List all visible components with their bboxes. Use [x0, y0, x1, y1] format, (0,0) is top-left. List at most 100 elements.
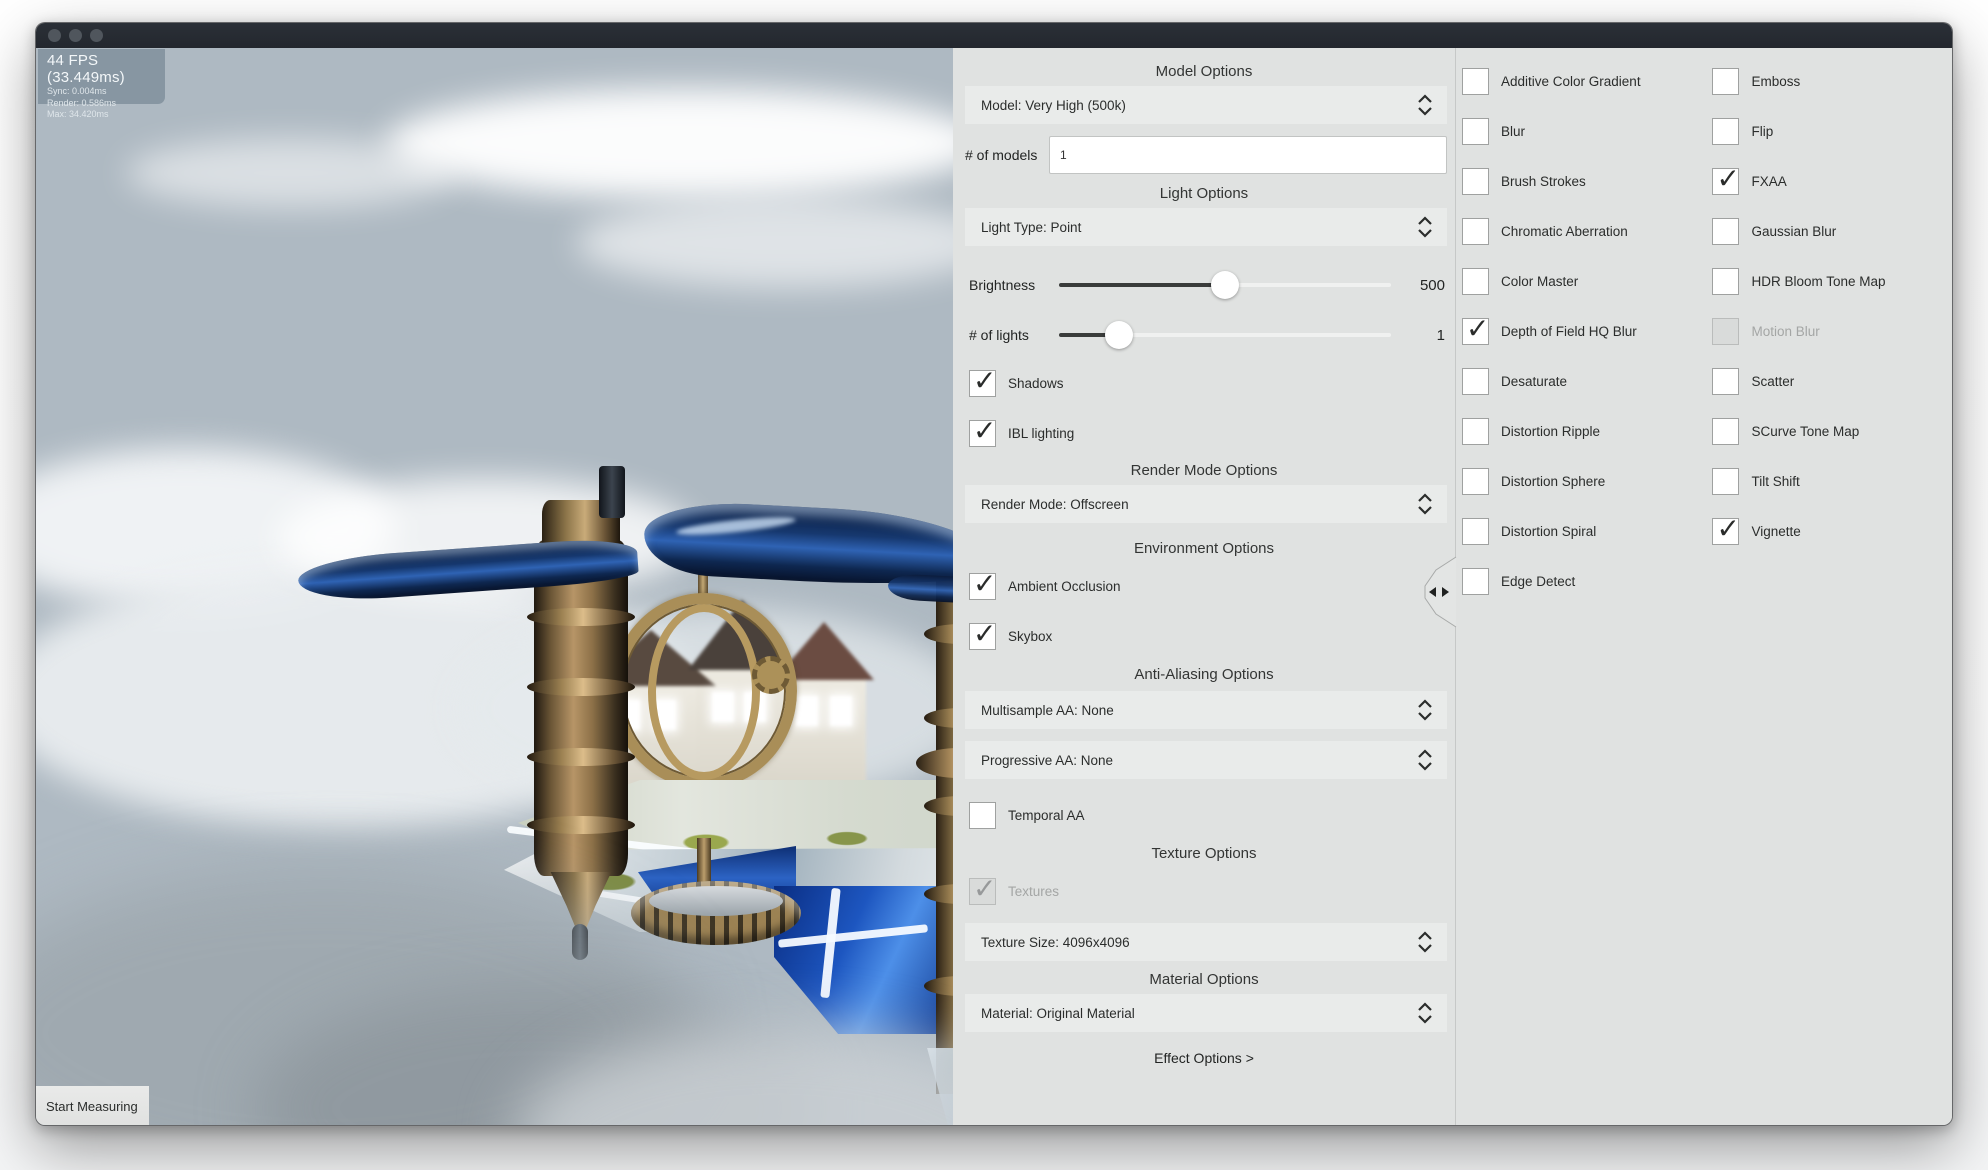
effects-column-right: ✓ Emboss ✓ Flip ✓ FXAA ✓ Gaussian Blur ✓… [1712, 48, 1952, 1125]
gear [752, 656, 790, 694]
checkbox-icon: ✓ [1462, 167, 1489, 195]
checkbox-icon: ✓ [1462, 267, 1489, 295]
checkbox-icon: ✓ [1712, 317, 1740, 345]
propeller-blade [887, 573, 953, 605]
multisample-aa-dropdown[interactable]: Multisample AA: None [965, 691, 1447, 729]
panel-splitter-handle[interactable] [1424, 556, 1457, 628]
minimize-button-icon[interactable] [69, 29, 82, 42]
checkbox-icon: ✓ [1462, 467, 1489, 495]
slider-thumb[interactable] [1211, 271, 1239, 299]
effect-checkbox[interactable]: ✓ FXAA [1712, 156, 1952, 206]
effect-checkbox[interactable]: ✓ Chromatic Aberration [1462, 206, 1711, 256]
checkbox-icon: ✓ [969, 618, 996, 650]
render-time: Render: 0.586ms [47, 97, 117, 108]
checkbox-icon: ✓ [1712, 67, 1740, 95]
effect-checkbox[interactable]: ✓ Vignette [1712, 506, 1952, 556]
checkbox-icon: ✓ [1712, 417, 1740, 445]
render-mode-options-title: Render Mode Options [1130, 462, 1278, 479]
effect-checkbox[interactable]: ✓ Scatter [1712, 356, 1952, 406]
effect-checkbox[interactable]: ✓ Brush Strokes [1462, 156, 1711, 206]
effect-checkbox[interactable]: ✓ Additive Color Gradient [1462, 56, 1711, 106]
effect-checkbox[interactable]: ✓ Flip [1712, 106, 1952, 156]
temporal-aa-checkbox[interactable]: ✓ Temporal AA [953, 802, 1455, 829]
effect-checkbox[interactable]: ✓ Color Master [1462, 256, 1711, 306]
texture-options-title: Texture Options [1151, 845, 1257, 862]
light-type-dropdown[interactable]: Light Type: Point [965, 208, 1447, 246]
effect-checkbox[interactable]: ✓ SCurve Tone Map [1712, 406, 1952, 456]
render-mode-dropdown[interactable]: Render Mode: Offscreen [965, 485, 1447, 523]
checkbox-icon: ✓ [1712, 267, 1740, 295]
shadows-checkbox[interactable]: ✓ Shadows [953, 365, 1455, 397]
start-measuring-button[interactable]: Start Measuring [36, 1086, 149, 1125]
texture-size-dropdown[interactable]: Texture Size: 4096x4096 [965, 923, 1447, 961]
max-time: Max: 34.420ms [47, 109, 109, 119]
effect-checkbox[interactable]: ✓ Depth of Field HQ Blur [1462, 306, 1711, 356]
model-dropdown[interactable]: Model: Very High (500k) [965, 86, 1447, 124]
checkbox-icon: ✓ [1462, 117, 1489, 145]
app-window: 44 FPS (33.449ms) Sync: 0.004ms Render: … [35, 22, 1953, 1126]
num-lights-slider[interactable] [1059, 321, 1391, 349]
effect-checkbox[interactable]: ✓ Emboss [1712, 56, 1952, 106]
checkbox-icon: ✓ [969, 415, 996, 447]
effect-checkbox[interactable]: ✓ Distortion Ripple [1462, 406, 1711, 456]
checkbox-icon: ✓ [969, 873, 996, 905]
checkbox-icon: ✓ [1712, 367, 1740, 395]
effects-column-left: ✓ Additive Color Gradient ✓ Blur ✓ Brush… [1462, 48, 1711, 1125]
stepper-icon [1418, 1002, 1432, 1024]
checkbox-icon: ✓ [1462, 313, 1489, 345]
environment-options-title: Environment Options [1133, 540, 1275, 557]
num-lights-label: # of lights [969, 327, 1029, 343]
stepper-icon [1418, 94, 1432, 116]
checkbox-icon: ✓ [1712, 513, 1740, 545]
skybox-checkbox[interactable]: ✓ Skybox [953, 618, 1455, 650]
effect-checkbox[interactable]: ✓ Edge Detect [1462, 556, 1711, 606]
brightness-value: 500 [1419, 276, 1445, 294]
effect-checkbox[interactable]: ✓ Gaussian Blur [1712, 206, 1952, 256]
fps-overlay: 44 FPS (33.449ms) Sync: 0.004ms Render: … [38, 49, 165, 119]
slider-thumb[interactable] [1104, 321, 1133, 349]
checkbox-icon: ✓ [969, 802, 996, 829]
zoom-button-icon[interactable] [90, 29, 103, 42]
effect-checkbox[interactable]: ✓ Blur [1462, 106, 1711, 156]
options-panel: Model Options Model: Very High (500k) # … [953, 48, 1455, 1125]
stepper-icon [1418, 749, 1432, 771]
material-dropdown[interactable]: Material: Original Material [965, 994, 1447, 1032]
num-models-input[interactable] [1049, 136, 1447, 174]
effect-checkbox[interactable]: ✓ Tilt Shift [1712, 456, 1952, 506]
ibl-lighting-checkbox[interactable]: ✓ IBL lighting [953, 415, 1455, 447]
checkbox-icon: ✓ [969, 365, 996, 397]
effect-checkbox: ✓ Motion Blur [1712, 306, 1952, 356]
progressive-aa-dropdown[interactable]: Progressive AA: None [965, 741, 1447, 779]
material-options-title: Material Options [1149, 971, 1259, 988]
textures-checkbox: ✓ Textures [953, 873, 1455, 905]
effects-panel: ✓ Additive Color Gradient ✓ Blur ✓ Brush… [1424, 48, 1952, 1125]
sync-time: Sync: 0.004ms [47, 86, 107, 96]
checkbox-icon: ✓ [1462, 367, 1489, 395]
effect-checkbox[interactable]: ✓ Distortion Spiral [1462, 506, 1711, 556]
light-options-title: Light Options [1159, 185, 1249, 202]
checkbox-icon: ✓ [1462, 217, 1489, 245]
checkbox-icon: ✓ [1712, 163, 1740, 195]
checkbox-icon: ✓ [1462, 567, 1489, 595]
brightness-label: Brightness [969, 277, 1036, 293]
effect-checkbox[interactable]: ✓ HDR Bloom Tone Map [1712, 256, 1952, 306]
ambient-occlusion-checkbox[interactable]: ✓ Ambient Occlusion [953, 568, 1455, 600]
stepper-icon [1418, 216, 1432, 238]
checkbox-icon: ✓ [1712, 467, 1740, 495]
fps-value: 44 FPS (33.449ms) [47, 52, 125, 86]
brightness-slider[interactable] [1059, 271, 1391, 299]
stepper-icon [1418, 493, 1432, 515]
effect-options-link[interactable]: Effect Options > [953, 1046, 1455, 1070]
effect-checkbox[interactable]: ✓ Desaturate [1462, 356, 1711, 406]
checkbox-icon: ✓ [969, 568, 996, 600]
effect-checkbox[interactable]: ✓ Distortion Sphere [1462, 456, 1711, 506]
num-models-label: # of models [965, 147, 1038, 163]
checkbox-icon: ✓ [1462, 517, 1489, 545]
titlebar[interactable] [36, 23, 1952, 48]
checkbox-icon: ✓ [1712, 117, 1740, 145]
close-button-icon[interactable] [48, 29, 61, 42]
num-lights-value: 1 [1436, 326, 1445, 344]
render-viewport[interactable]: 44 FPS (33.449ms) Sync: 0.004ms Render: … [36, 48, 953, 1125]
checkbox-icon: ✓ [1462, 67, 1489, 95]
anti-aliasing-options-title: Anti-Aliasing Options [1134, 666, 1274, 683]
